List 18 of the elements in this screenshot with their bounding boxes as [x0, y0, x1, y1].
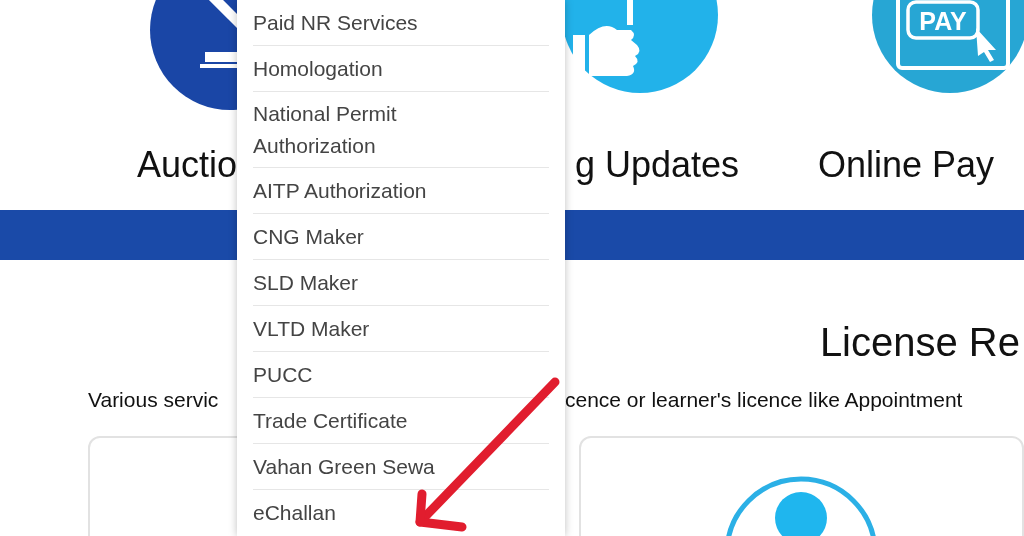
- menu-item[interactable]: National Permit Authorization: [253, 92, 549, 168]
- feature-title: g Updates: [574, 143, 741, 187]
- menu-item[interactable]: Homologation: [253, 46, 549, 92]
- section-title: License Re: [819, 319, 1020, 366]
- menu-item[interactable]: eChallan: [253, 490, 549, 536]
- menu-item[interactable]: PUCC: [253, 352, 549, 398]
- feature-title: Online Pay: [817, 143, 996, 187]
- payment-icon: PAY: [872, 0, 1024, 93]
- section-description: Various servic: [87, 387, 220, 413]
- menu-item[interactable]: SLD Maker: [253, 260, 549, 306]
- menu-item[interactable]: Paid NR Services: [253, 0, 549, 46]
- section-description: cence or learner's licence like Appointment: [565, 387, 963, 413]
- menu-item[interactable]: CNG Maker: [253, 214, 549, 260]
- menu-item[interactable]: AITP Authorization: [253, 168, 549, 214]
- menu-item[interactable]: Trade Certificate: [253, 398, 549, 444]
- menu-item[interactable]: VLTD Maker: [253, 306, 549, 352]
- menu-item[interactable]: Vahan Green Sewa: [253, 444, 549, 490]
- feature-title: Auctio: [136, 143, 237, 187]
